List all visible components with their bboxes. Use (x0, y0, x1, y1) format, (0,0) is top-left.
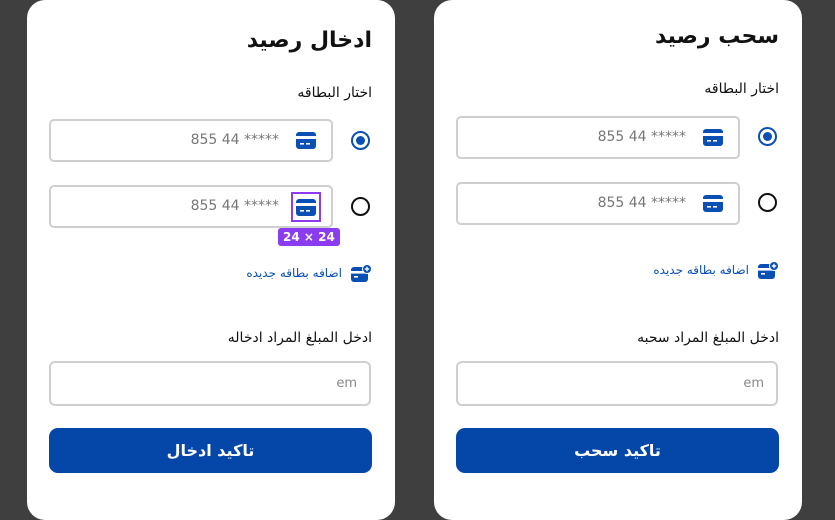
credit-card-icon (296, 132, 316, 149)
card-number: 855 44 ***** (190, 198, 279, 214)
card-number: 855 44 ***** (597, 195, 686, 211)
amount-input[interactable] (456, 361, 778, 406)
add-card-button[interactable]: اضافه بطاقه جديده (653, 261, 779, 279)
confirm-withdraw-button[interactable]: تاكيد سحب (456, 428, 779, 473)
choose-card-label: اختار البطاقه (297, 85, 372, 101)
add-card-icon (758, 261, 779, 279)
card-radio-1[interactable] (758, 127, 777, 146)
withdraw-panel: سحب رصيد اختار البطاقه 855 44 ***** 855 … (434, 0, 802, 520)
add-card-label: اضافه بطاقه جديده (246, 266, 342, 280)
card-number: 855 44 ***** (190, 132, 279, 148)
deposit-panel: ادخال رصيد اختار البطاقه 855 44 ***** 85… (27, 0, 395, 520)
confirm-deposit-button[interactable]: تاكيد ادخال (49, 428, 372, 473)
credit-card-icon (291, 192, 321, 222)
card-option-1[interactable]: 855 44 ***** (49, 119, 333, 162)
page-title: ادخال رصيد (246, 28, 372, 53)
page-title: سحب رصيد (654, 24, 779, 49)
amount-label: ادخل المبلغ المراد سحبه (637, 330, 779, 346)
dimension-badge: 24 × 24 (278, 228, 340, 246)
add-card-label: اضافه بطاقه جديده (653, 263, 749, 277)
card-option-1[interactable]: 855 44 ***** (456, 116, 740, 159)
amount-label: ادخل المبلغ المراد ادخاله (227, 330, 372, 346)
card-radio-1[interactable] (351, 131, 370, 150)
card-radio-2[interactable] (351, 197, 370, 216)
credit-card-icon (703, 195, 723, 212)
card-radio-2[interactable] (758, 193, 777, 212)
add-card-icon (351, 264, 372, 282)
card-option-2[interactable]: 855 44 ***** (49, 185, 333, 228)
credit-card-icon (703, 129, 723, 146)
amount-input[interactable] (49, 361, 371, 406)
add-card-button[interactable]: اضافه بطاقه جديده (246, 264, 372, 282)
choose-card-label: اختار البطاقه (704, 81, 779, 97)
card-number: 855 44 ***** (597, 129, 686, 145)
card-option-2[interactable]: 855 44 ***** (456, 182, 740, 225)
